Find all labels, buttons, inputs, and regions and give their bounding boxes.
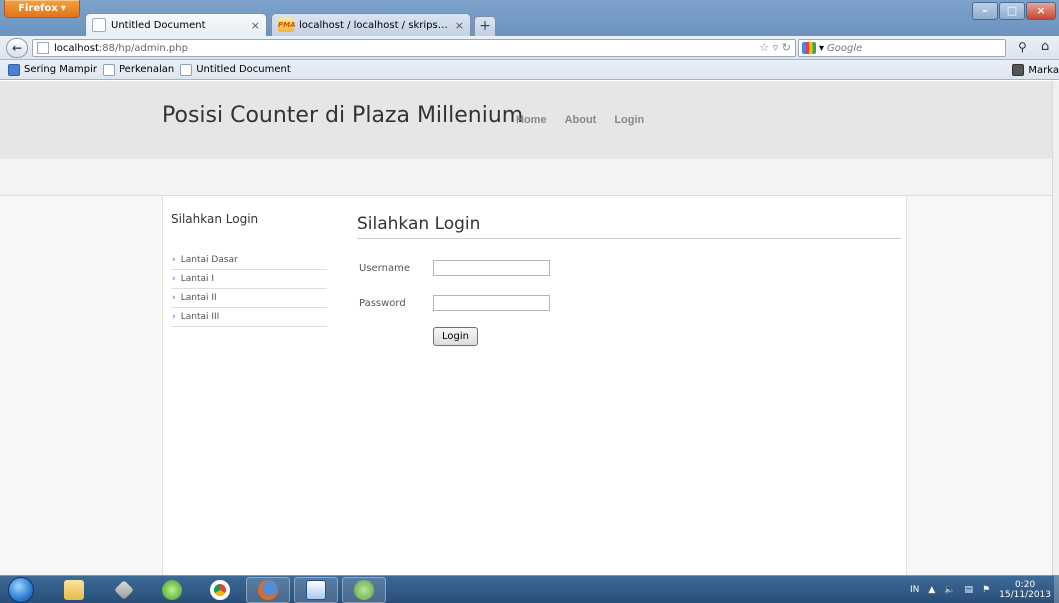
home-icon[interactable]: ⌂ bbox=[1041, 39, 1049, 54]
taskbar-firefox[interactable] bbox=[246, 577, 290, 603]
site-header: Posisi Counter di Plaza Millenium Home A… bbox=[0, 81, 1052, 159]
site-menu: Home About Login bbox=[516, 114, 662, 126]
bookmarks-toolbar: Sering Mampir Perkenalan Untitled Docume… bbox=[0, 60, 1059, 80]
firefox-menu-button[interactable]: Firefox ▾ bbox=[4, 0, 80, 18]
scrollbar[interactable] bbox=[1052, 81, 1059, 575]
search-icon[interactable]: ⚲ bbox=[1018, 40, 1027, 54]
password-input[interactable] bbox=[433, 295, 550, 311]
login-button[interactable]: Login bbox=[433, 327, 478, 346]
firefox-menu-label: Firefox bbox=[18, 3, 58, 14]
bookmarks-icon bbox=[1012, 64, 1025, 76]
tab-untitled-document[interactable]: Untitled Document × bbox=[85, 13, 267, 36]
network-icon[interactable]: ▤ bbox=[965, 585, 974, 595]
bookmark-perkenalan[interactable]: Perkenalan bbox=[103, 63, 174, 76]
system-tray: IN ▲ 🔈 ▤ ⚑ 0:20 15/11/2013 bbox=[910, 580, 1051, 600]
username-row: Username bbox=[359, 260, 550, 276]
chevron-down-icon[interactable]: ▾ bbox=[819, 43, 824, 54]
chevron-right-icon: › bbox=[172, 312, 176, 322]
sub-header-band bbox=[0, 159, 1052, 196]
blank-page-icon bbox=[180, 63, 193, 76]
new-tab-button[interactable]: + bbox=[474, 16, 496, 36]
menu-login-link[interactable]: Login bbox=[614, 114, 644, 126]
browser-titlebar: Firefox ▾ Untitled Document × PMA localh… bbox=[0, 0, 1059, 36]
taskbar-chrome[interactable] bbox=[198, 577, 242, 603]
blank-page-icon bbox=[92, 18, 106, 32]
sidebar-title: Silahkan Login bbox=[171, 212, 259, 226]
sidebar-item-lantai-3[interactable]: › Lantai III bbox=[171, 308, 327, 327]
bookmarks-menu[interactable]: Marka bbox=[1012, 64, 1059, 76]
address-bar[interactable]: localhost:88/hp/admin.php ☆ ▿ ↻ bbox=[32, 39, 796, 57]
sidebar-item-lantai-1[interactable]: › Lantai I bbox=[171, 270, 327, 289]
tool-icon bbox=[114, 580, 134, 600]
window-close-button[interactable]: × bbox=[1026, 2, 1056, 20]
show-desktop-button[interactable] bbox=[1054, 576, 1059, 603]
chrome-icon bbox=[210, 580, 230, 600]
login-panel: Silahkan Login Username Password Login bbox=[357, 214, 901, 346]
tab-label: Untitled Document bbox=[111, 19, 206, 31]
folder-icon bbox=[64, 580, 84, 600]
sidebar-item-lantai-2[interactable]: › Lantai II bbox=[171, 289, 327, 308]
firefox-icon bbox=[258, 580, 278, 600]
password-label: Password bbox=[359, 297, 406, 309]
sidebar: Silahkan Login › Lantai Dasar › Lantai I… bbox=[171, 212, 327, 327]
start-button[interactable] bbox=[8, 577, 34, 603]
google-icon bbox=[802, 42, 816, 54]
clock[interactable]: 0:20 15/11/2013 bbox=[999, 580, 1051, 600]
taskbar-evernote[interactable] bbox=[342, 577, 386, 603]
site-title: Posisi Counter di Plaza Millenium bbox=[162, 103, 524, 128]
url-text: localhost:88/hp/admin.php bbox=[54, 42, 188, 54]
tab-label: localhost / localhost / skripsi_counter.… bbox=[299, 19, 450, 31]
close-icon[interactable]: × bbox=[455, 19, 464, 32]
sidebar-item-lantai-dasar[interactable]: › Lantai Dasar bbox=[171, 251, 327, 270]
taskbar-ie[interactable] bbox=[150, 577, 194, 603]
left-gutter bbox=[0, 196, 163, 575]
login-title: Silahkan Login bbox=[357, 214, 901, 239]
maximize-button[interactable]: □ bbox=[999, 2, 1025, 20]
bookmark-star-icon[interactable]: ☆ ▿ ↻ bbox=[759, 41, 791, 54]
page-viewport: Posisi Counter di Plaza Millenium Home A… bbox=[0, 81, 1052, 575]
bookmark-sering-mampir[interactable]: Sering Mampir bbox=[8, 63, 97, 76]
language-indicator[interactable]: IN bbox=[910, 585, 919, 595]
bookmark-folder-icon bbox=[8, 63, 20, 76]
chevron-down-icon: ▾ bbox=[60, 3, 66, 14]
windows-taskbar: IN ▲ 🔈 ▤ ⚑ 0:20 15/11/2013 bbox=[0, 575, 1059, 603]
volume-icon[interactable]: 🔈 bbox=[944, 585, 955, 595]
back-button[interactable]: ← bbox=[6, 38, 28, 58]
right-gutter bbox=[906, 196, 1052, 575]
blank-page-icon bbox=[103, 63, 115, 76]
search-input[interactable]: ▾ Google bbox=[798, 39, 1006, 57]
taskbar-explorer[interactable] bbox=[52, 577, 96, 603]
taskbar-word[interactable] bbox=[294, 577, 338, 603]
chevron-right-icon: › bbox=[172, 274, 176, 284]
close-icon[interactable]: × bbox=[251, 19, 260, 32]
minimize-button[interactable]: – bbox=[972, 2, 998, 20]
navigation-toolbar: ← localhost:88/hp/admin.php ☆ ▿ ↻ ▾ Goog… bbox=[0, 36, 1059, 60]
chevron-right-icon: › bbox=[172, 255, 176, 265]
menu-about-link[interactable]: About bbox=[565, 114, 597, 126]
blank-page-icon bbox=[37, 42, 49, 54]
evernote-icon bbox=[354, 580, 374, 600]
menu-home-link[interactable]: Home bbox=[516, 114, 547, 126]
word-icon bbox=[306, 580, 326, 600]
browser-icon bbox=[162, 580, 182, 600]
password-row: Password bbox=[359, 295, 550, 311]
chevron-up-icon[interactable]: ▲ bbox=[928, 585, 935, 595]
tab-phpmyadmin[interactable]: PMA localhost / localhost / skripsi_coun… bbox=[271, 13, 471, 36]
username-label: Username bbox=[359, 262, 410, 274]
sidebar-list: › Lantai Dasar › Lantai I › Lantai II › … bbox=[171, 251, 327, 327]
search-placeholder: Google bbox=[827, 42, 863, 54]
taskbar-tool[interactable] bbox=[102, 577, 146, 603]
username-input[interactable] bbox=[433, 260, 550, 276]
flag-icon[interactable]: ⚑ bbox=[982, 585, 990, 595]
chevron-right-icon: › bbox=[172, 293, 176, 303]
window-controls: – □ × bbox=[972, 2, 1056, 20]
bookmark-untitled-document[interactable]: Untitled Document bbox=[180, 63, 291, 76]
phpmyadmin-icon: PMA bbox=[278, 18, 296, 32]
